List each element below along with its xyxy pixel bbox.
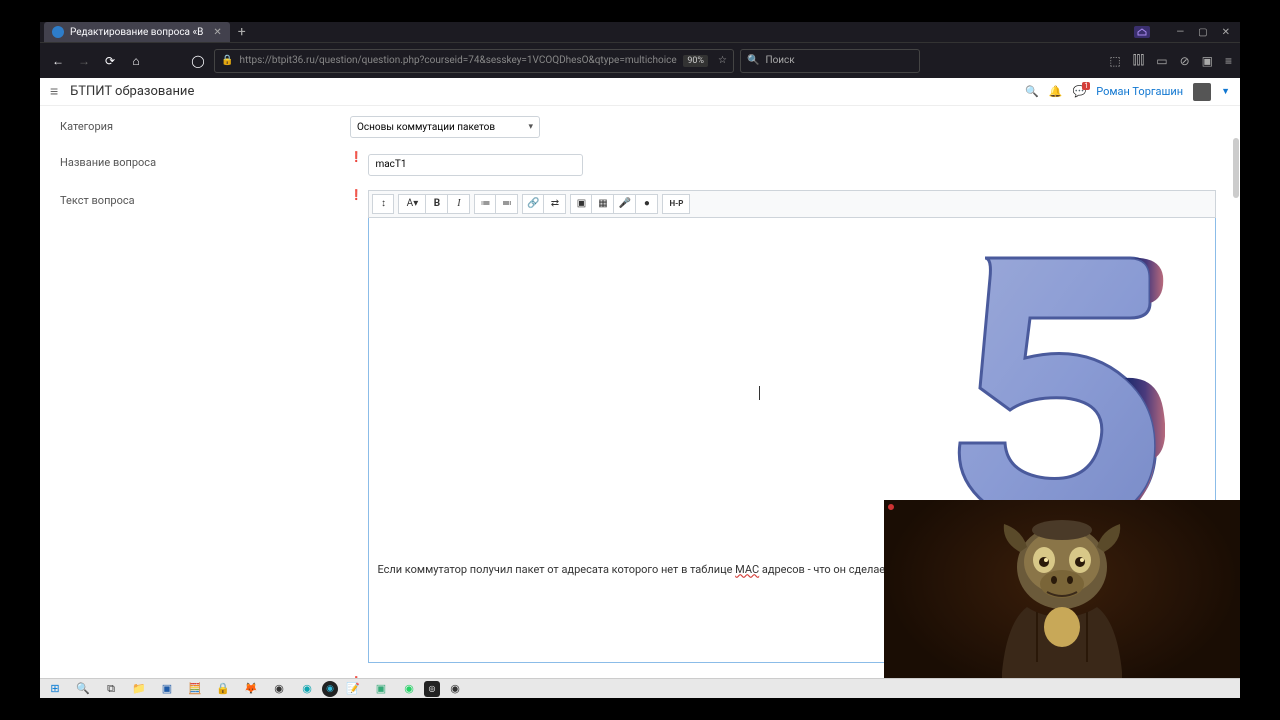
user-name-link[interactable]: Роман Торгашин	[1096, 85, 1183, 98]
menu-icon[interactable]: ≡	[1225, 54, 1232, 68]
browser-search[interactable]: 🔍 Поиск	[740, 49, 920, 73]
label-category: Категория	[60, 116, 350, 133]
taskbar-search-icon[interactable]: 🔍	[70, 680, 96, 698]
browser-tabstrip: Редактирование вопроса «В ✕ + — ▢ ✕	[40, 22, 1240, 42]
vpn-icon[interactable]	[1134, 26, 1150, 38]
required-icon: ❗	[350, 152, 362, 163]
taskview-icon[interactable]: ⧉	[98, 680, 124, 698]
chrome-icon[interactable]: ◉	[266, 680, 292, 698]
back-button[interactable]: ←	[48, 54, 68, 68]
text-cursor	[759, 386, 760, 400]
editor-ul-button[interactable]: ≔	[474, 194, 496, 214]
home-button[interactable]: ⌂	[126, 54, 146, 68]
input-question-name[interactable]	[368, 154, 583, 176]
editor-media-button[interactable]: ▦	[592, 194, 614, 214]
search-icon[interactable]: 🔍	[1025, 85, 1039, 98]
scrollbar-thumb[interactable]	[1233, 138, 1239, 198]
required-icon: ❗	[350, 190, 362, 201]
keepass-icon[interactable]: 🔒	[210, 680, 236, 698]
row-name: Название вопроса ❗	[60, 152, 1220, 176]
browser-toolbar: ← → ⟳ ⌂ ◯ 🔒 https://btpit36.ru/question/…	[40, 42, 1240, 78]
editor-expand-button[interactable]: ↕	[372, 194, 394, 214]
editor-toolbar: ↕ A▾ B I ≔ ≕ 🔗 ⇄ ▣	[368, 190, 1216, 218]
site-header: ≡ БТПИТ образование 🔍 🔔 💬1 Роман Торгаши…	[40, 78, 1240, 106]
message-count-badge: 1	[1082, 82, 1090, 90]
maximize-icon[interactable]: ▢	[1198, 27, 1207, 38]
notifications-icon[interactable]: 🔔	[1049, 85, 1063, 98]
firefox-icon[interactable]: 🦊	[238, 680, 264, 698]
windows-taskbar: ⊞ 🔍 ⧉ 📁 ▣ 🧮 🔒 🦊 ◉ ◉ ◉ 📝 ▣ ◉ ◎ ◉	[40, 678, 1240, 698]
editor-bold-button[interactable]: B	[426, 194, 448, 214]
tab-favicon	[52, 26, 64, 38]
notepad-icon[interactable]: 📝	[340, 680, 366, 698]
select-category[interactable]: Основы коммутации пакетов	[350, 116, 540, 138]
close-icon[interactable]: ✕	[1222, 27, 1230, 38]
sidebar-icon[interactable]: ▣	[1202, 54, 1213, 68]
tab-close-icon[interactable]: ✕	[213, 27, 221, 38]
editor-ol-button[interactable]: ≕	[496, 194, 518, 214]
app-icon[interactable]: ◉	[322, 681, 338, 697]
url-bar[interactable]: 🔒 https://btpit36.ru/question/question.p…	[214, 49, 734, 73]
browser-tab[interactable]: Редактирование вопроса «В ✕	[44, 22, 230, 42]
pocket-icon[interactable]: ⬚	[1109, 54, 1120, 68]
editor-mic-button[interactable]: 🎤	[614, 194, 636, 214]
block-icon[interactable]: ⊘	[1180, 54, 1190, 68]
url-text: https://btpit36.ru/question/question.php…	[239, 55, 677, 66]
explorer-icon[interactable]: 📁	[126, 680, 152, 698]
shield-icon[interactable]: ◯	[188, 54, 208, 68]
label-name: Название вопроса	[60, 152, 350, 169]
lock-icon: 🔒	[221, 55, 233, 66]
obs-icon[interactable]: ◎	[424, 681, 440, 697]
editor-image-button[interactable]: ▣	[570, 194, 592, 214]
whatsapp-icon[interactable]: ◉	[396, 680, 422, 698]
search-placeholder: Поиск	[765, 55, 794, 66]
zoom-badge[interactable]: 90%	[683, 55, 708, 67]
webcam-overlay: facerig FaceRig World 2015 Holotech Stud…	[884, 500, 1240, 698]
library-icon[interactable]: ⫿⫿⫿	[1133, 53, 1145, 68]
site-title[interactable]: БТПИТ образование	[70, 84, 194, 99]
calculator-icon[interactable]: 🧮	[182, 680, 208, 698]
editor-italic-button[interactable]: I	[448, 194, 470, 214]
window-controls: — ▢ ✕	[1176, 27, 1240, 38]
bookmark-star-icon[interactable]: ☆	[718, 55, 727, 66]
app2-icon[interactable]: ▣	[368, 680, 394, 698]
editor-style-button[interactable]: A▾	[398, 194, 426, 214]
editor-link-button[interactable]: 🔗	[522, 194, 544, 214]
editor-unlink-button[interactable]: ⇄	[544, 194, 566, 214]
user-menu-caret-icon[interactable]: ▼	[1221, 86, 1230, 97]
start-button[interactable]: ⊞	[42, 680, 68, 698]
avatar[interactable]	[1193, 83, 1211, 101]
editor-record-button[interactable]: ●	[636, 194, 658, 214]
reader-icon[interactable]: ▭	[1156, 54, 1167, 68]
tab-title: Редактирование вопроса «В	[70, 27, 203, 38]
record-indicator-icon	[888, 504, 894, 510]
powershell-icon[interactable]: ▣	[154, 680, 180, 698]
new-tab-button[interactable]: +	[238, 24, 246, 40]
nav-toggle-icon[interactable]: ≡	[50, 83, 58, 100]
embedded-image-five	[935, 248, 1165, 528]
row-category: Категория Основы коммутации пакетов	[60, 116, 1220, 138]
app3-icon[interactable]: ◉	[442, 680, 468, 698]
search-icon: 🔍	[747, 55, 759, 66]
forward-button[interactable]: →	[74, 54, 94, 68]
label-text: Текст вопроса	[60, 190, 350, 207]
avatar-creature	[972, 512, 1152, 698]
reload-button[interactable]: ⟳	[100, 54, 120, 68]
minimize-icon[interactable]: —	[1176, 27, 1184, 38]
question-text: Если коммутатор получил пакет от адресат…	[377, 563, 895, 576]
edge-icon[interactable]: ◉	[294, 680, 320, 698]
editor-h5p-button[interactable]: H-P	[662, 194, 690, 214]
messages-icon[interactable]: 💬1	[1073, 85, 1087, 98]
